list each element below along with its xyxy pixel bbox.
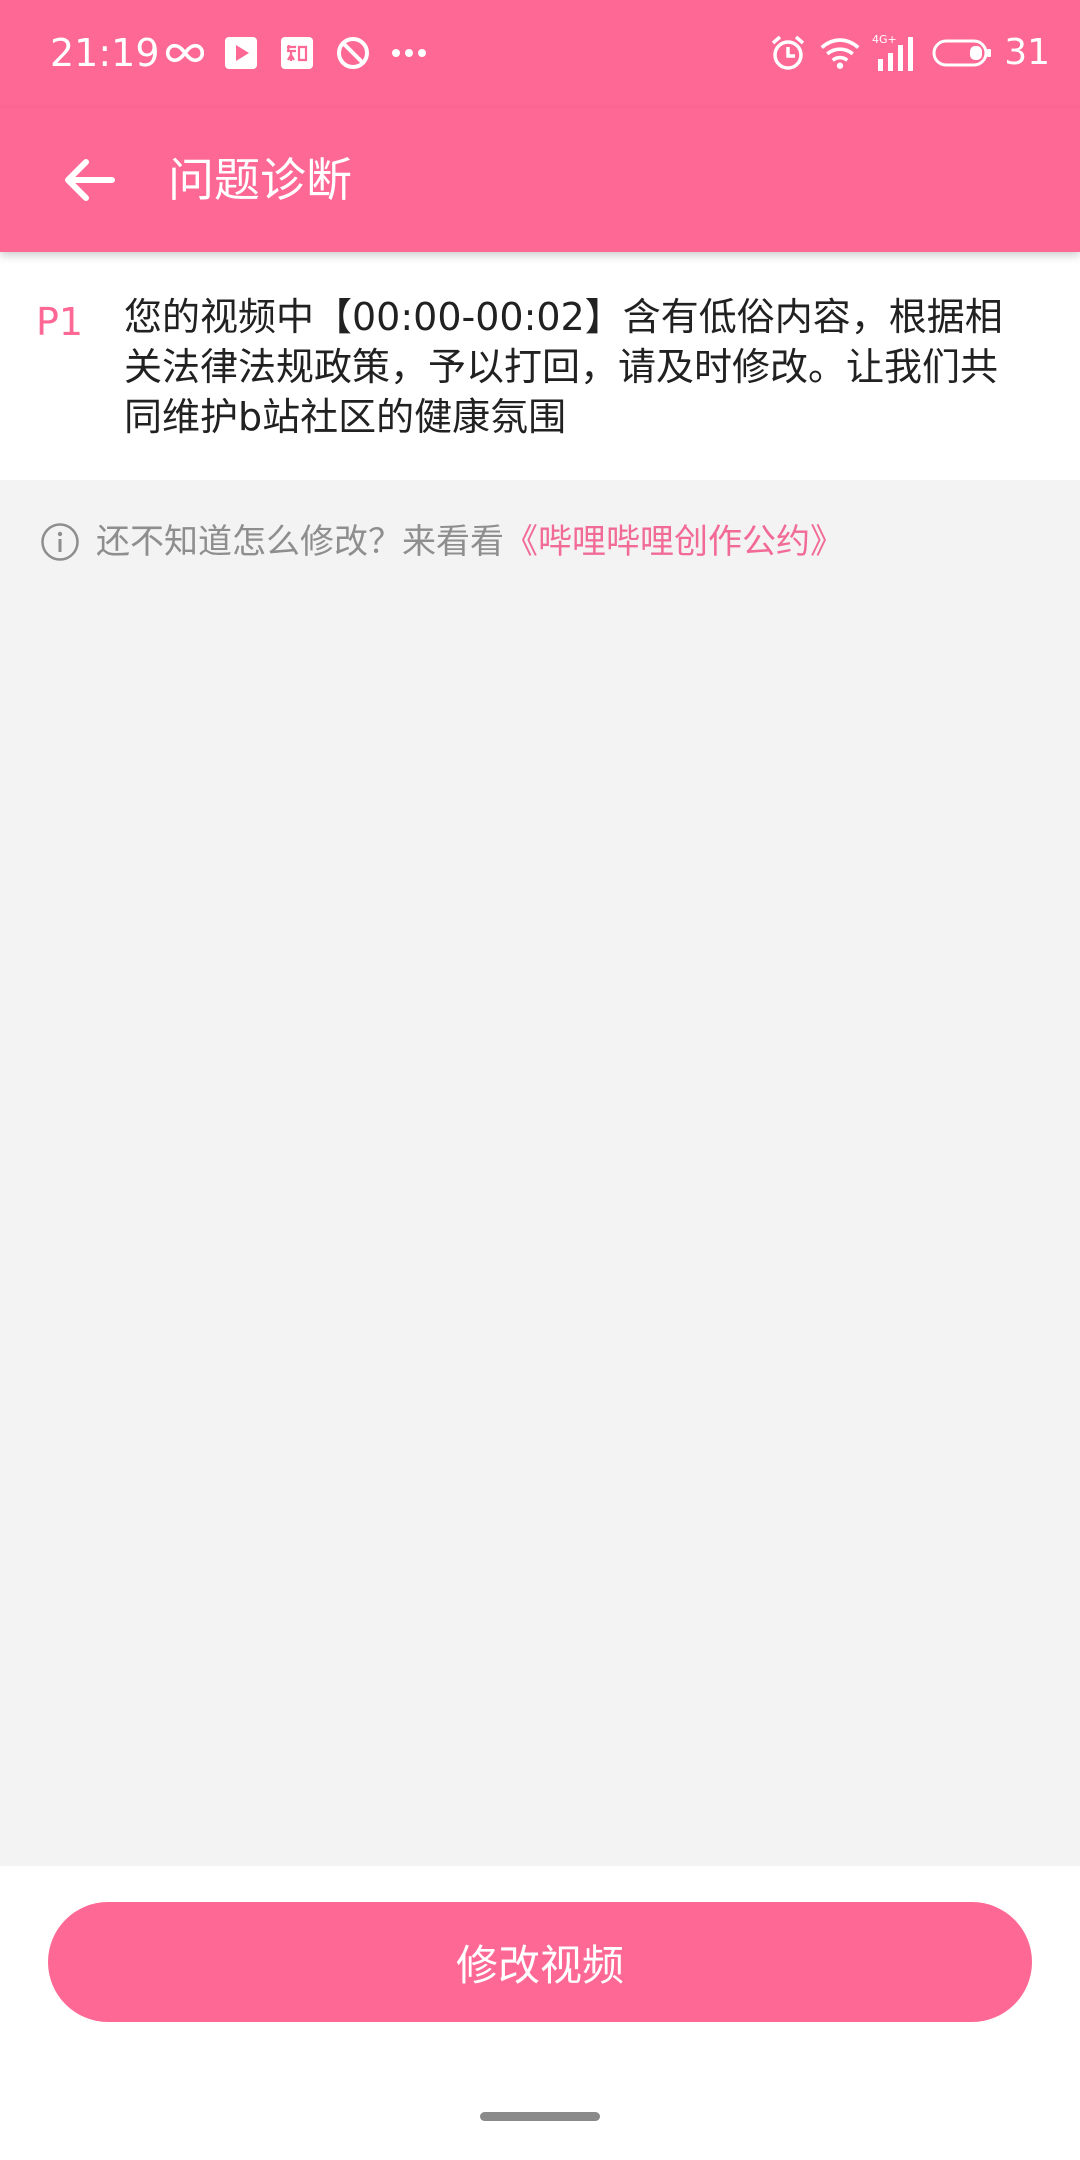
network-type-label: 4G+ bbox=[872, 33, 897, 46]
page-title: 问题诊断 bbox=[168, 153, 352, 207]
screen: 21:19 4G+ 31 问题诊断 P1 您的视频中【00:00-00:02】含… bbox=[0, 0, 1080, 2160]
bottom-action-bar: 修改视频 bbox=[0, 1866, 1080, 2160]
signal-icon: 4G+ bbox=[872, 33, 920, 73]
issue-part-tag: P1 bbox=[36, 300, 84, 344]
more-dots-icon bbox=[389, 33, 429, 73]
guide-hint: 还不知道怎么修改？来看看 《哔哩哔哩创作公约》 bbox=[40, 514, 844, 570]
status-time: 21:19 bbox=[50, 31, 160, 75]
info-icon bbox=[41, 523, 79, 561]
app-bar: 问题诊断 bbox=[0, 108, 1080, 252]
battery-level: 31 bbox=[1004, 32, 1050, 73]
issue-description: 您的视频中【00:00-00:02】含有低俗内容，根据相关法律法规政策，予以打回… bbox=[124, 295, 1003, 439]
video-app-icon bbox=[221, 33, 261, 73]
home-indicator[interactable] bbox=[480, 2112, 600, 2121]
wifi-icon bbox=[820, 33, 860, 73]
issue-card: P1 您的视频中【00:00-00:02】含有低俗内容，根据相关法律法规政策，予… bbox=[0, 252, 1080, 480]
hint-text: 还不知道怎么修改？来看看 bbox=[96, 522, 504, 562]
status-bar: 21:19 4G+ 31 bbox=[0, 0, 1080, 108]
zhihu-app-icon bbox=[277, 33, 317, 73]
back-button[interactable] bbox=[48, 140, 128, 220]
status-right-icons: 4G+ 31 bbox=[768, 30, 1050, 76]
blocked-icon bbox=[333, 33, 373, 73]
creation-convention-link[interactable]: 《哔哩哔哩创作公约》 bbox=[504, 514, 844, 570]
arrow-left-icon bbox=[65, 159, 115, 201]
infinity-icon bbox=[165, 33, 205, 73]
alarm-icon bbox=[768, 33, 808, 73]
battery-icon bbox=[932, 33, 992, 73]
status-left-icons bbox=[165, 30, 429, 76]
edit-video-button[interactable]: 修改视频 bbox=[48, 1902, 1032, 2022]
